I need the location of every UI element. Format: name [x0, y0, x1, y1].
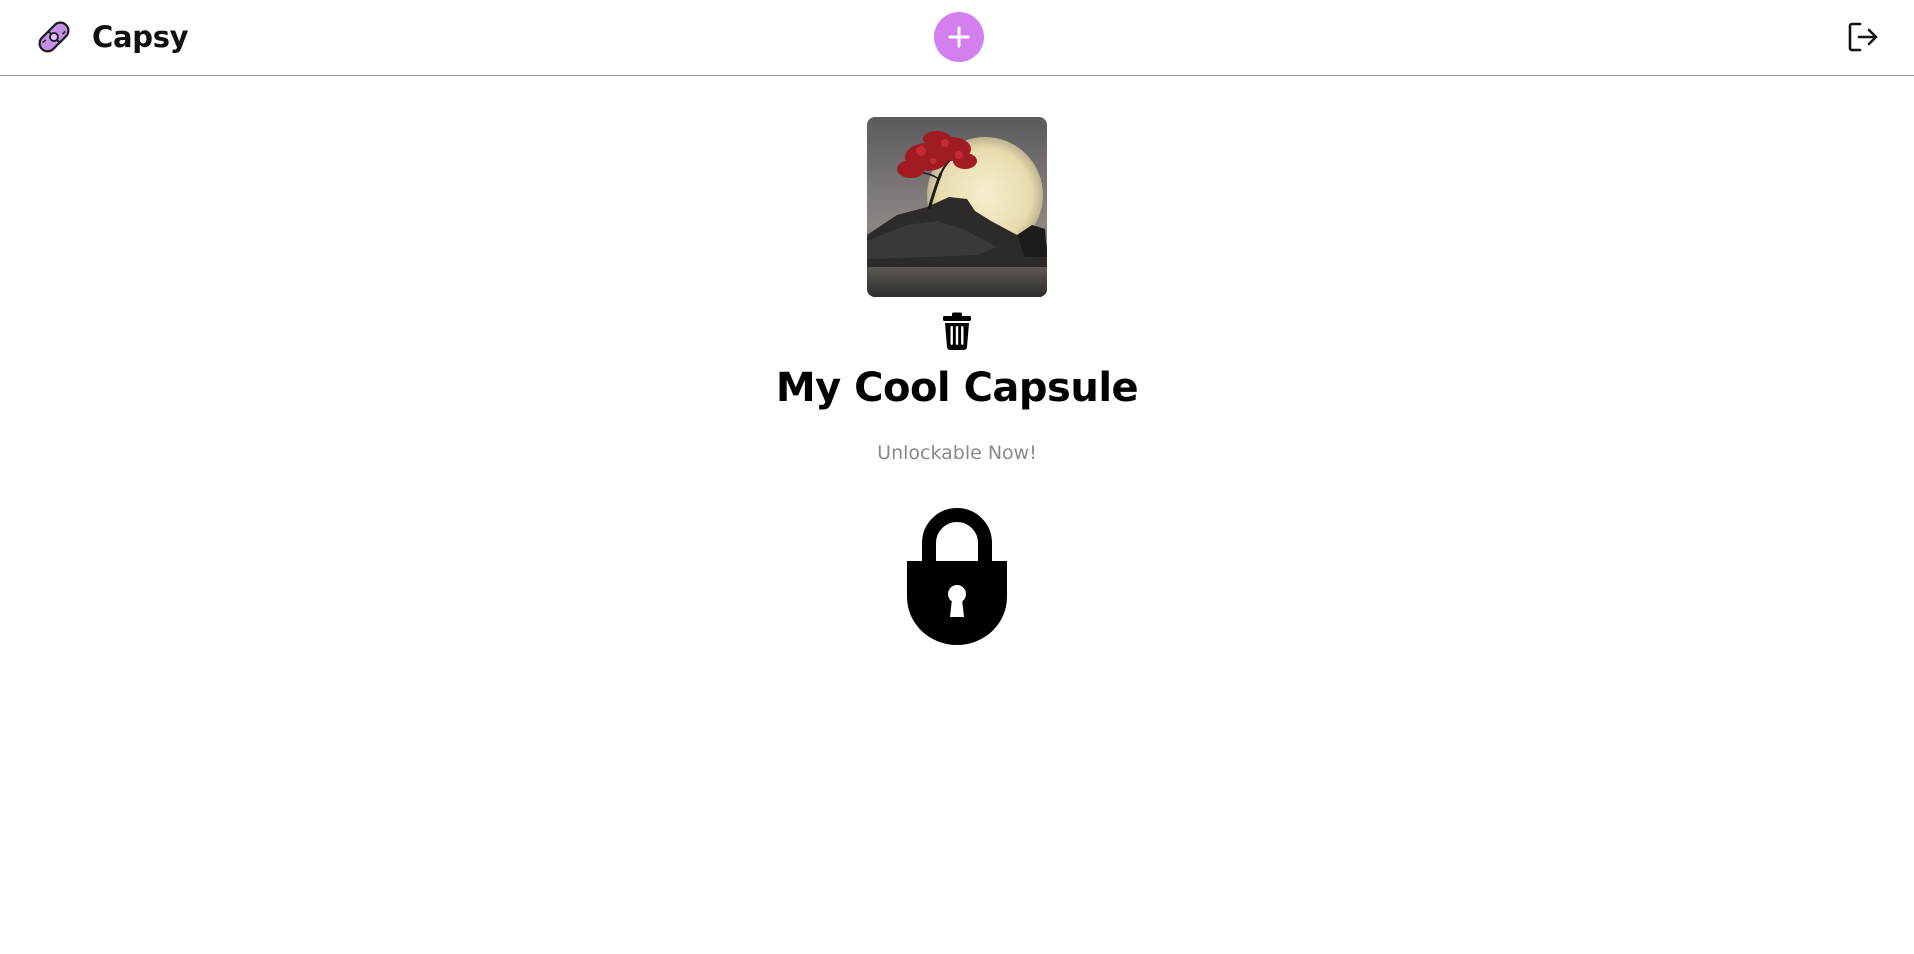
capsule-detail: My Cool Capsule Unlockable Now! — [0, 76, 1914, 645]
capsule-status: Unlockable Now! — [877, 442, 1037, 464]
capsule-pill-icon — [38, 21, 70, 53]
logout-icon[interactable] — [1846, 20, 1880, 54]
capsule-title: My Cool Capsule — [775, 365, 1139, 411]
trash-icon[interactable] — [942, 312, 972, 350]
app-name: Capsy — [92, 20, 189, 54]
top-navbar: Capsy — [0, 0, 1914, 76]
brand[interactable]: Capsy — [34, 16, 189, 58]
padlock-icon[interactable] — [907, 505, 1007, 645]
plus-icon — [948, 26, 970, 48]
capsule-cover-image — [867, 117, 1047, 297]
add-capsule-button[interactable] — [934, 12, 984, 62]
